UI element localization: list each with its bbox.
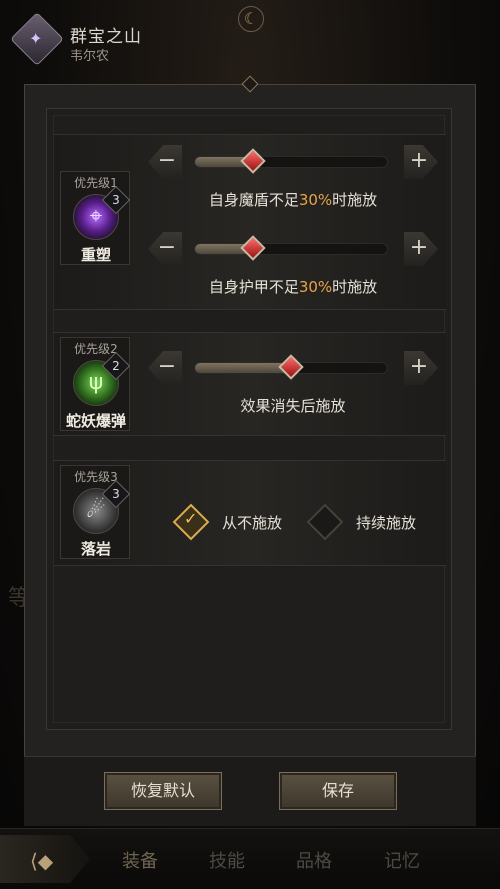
priority-label: 优先级1	[74, 176, 118, 190]
option-never-cast[interactable]: ✓ 从不施放	[172, 503, 298, 541]
moon-crest-icon: ☾	[238, 6, 264, 32]
slider-knob[interactable]	[239, 148, 266, 174]
location-title: 群宝之山	[70, 27, 142, 47]
threshold-slider[interactable]: − +	[148, 145, 438, 179]
decrease-button[interactable]: −	[148, 351, 182, 385]
plus-icon: +	[409, 148, 429, 173]
location-header: ✦ 群宝之山 韦尔农 ☾	[0, 0, 500, 80]
condition-text: 效果消失后施放	[240, 397, 346, 415]
save-button[interactable]: 保存	[279, 772, 397, 810]
condition-text: 自身魔盾不足30%时施放	[208, 191, 378, 209]
priority-row-1: 优先级1 ⌖ 3 重塑 − + 自身魔盾不足30%时施放 − + 自身护甲不足3…	[54, 134, 446, 310]
skill-name: 蛇妖爆弹	[65, 412, 126, 430]
priority-label: 优先级3	[74, 470, 118, 484]
slider-track[interactable]	[194, 235, 388, 261]
tab-skills[interactable]: 技能	[209, 847, 245, 873]
plus-icon: +	[409, 354, 429, 379]
decrease-button[interactable]: −	[148, 145, 182, 179]
slider-knob[interactable]	[239, 235, 266, 261]
reset-default-button[interactable]: 恢复默认	[104, 772, 222, 810]
bottom-tab-bar: ⟨◆ 装备 技能 品格 记忆	[0, 828, 500, 889]
back-button[interactable]: ⟨◆	[0, 835, 90, 883]
skill-name: 重塑	[80, 246, 111, 264]
priority-row-3: 优先级3 ☄ 3 落岩 ✓ 从不施放 持续施放	[54, 460, 446, 566]
priority-row-2: 优先级2 ψ 2 蛇妖爆弹 − + 效果消失后施放	[54, 332, 446, 436]
priority-label: 优先级2	[74, 342, 118, 356]
threshold-slider[interactable]: − +	[148, 232, 438, 266]
slider-track[interactable]	[194, 148, 388, 174]
location-subtitle: 韦尔农	[70, 49, 110, 64]
plus-icon: +	[409, 235, 429, 260]
decrease-button[interactable]: −	[148, 232, 182, 266]
threshold-slider[interactable]: − +	[148, 351, 438, 385]
condition-text: 自身护甲不足30%时施放	[208, 278, 378, 296]
minus-icon: −	[157, 354, 177, 379]
dialog-footer: 恢复默认 保存	[24, 756, 476, 826]
checkmark-icon: ✓	[184, 509, 198, 528]
skill-card[interactable]: 优先级3 ☄ 3 落岩	[60, 465, 131, 559]
checkbox-icon	[306, 503, 344, 541]
option-always-cast[interactable]: 持续施放	[306, 503, 432, 541]
minus-icon: −	[157, 148, 177, 173]
location-key-icon: ✦	[10, 12, 64, 66]
tab-equipment[interactable]: 装备	[122, 847, 158, 873]
minus-icon: −	[157, 235, 177, 260]
tab-memory[interactable]: 记忆	[384, 847, 420, 873]
increase-button[interactable]: +	[404, 145, 438, 179]
tab-character[interactable]: 品格	[296, 847, 332, 873]
slider-knob[interactable]	[278, 354, 304, 380]
increase-button[interactable]: +	[404, 232, 438, 266]
skill-card[interactable]: 优先级1 ⌖ 3 重塑	[60, 171, 131, 265]
back-arrow-icon: ⟨◆	[30, 849, 54, 873]
skill-card[interactable]: 优先级2 ψ 2 蛇妖爆弹	[60, 337, 131, 431]
skill-name: 落岩	[80, 540, 111, 558]
increase-button[interactable]: +	[404, 351, 438, 385]
slider-track[interactable]	[194, 354, 388, 380]
